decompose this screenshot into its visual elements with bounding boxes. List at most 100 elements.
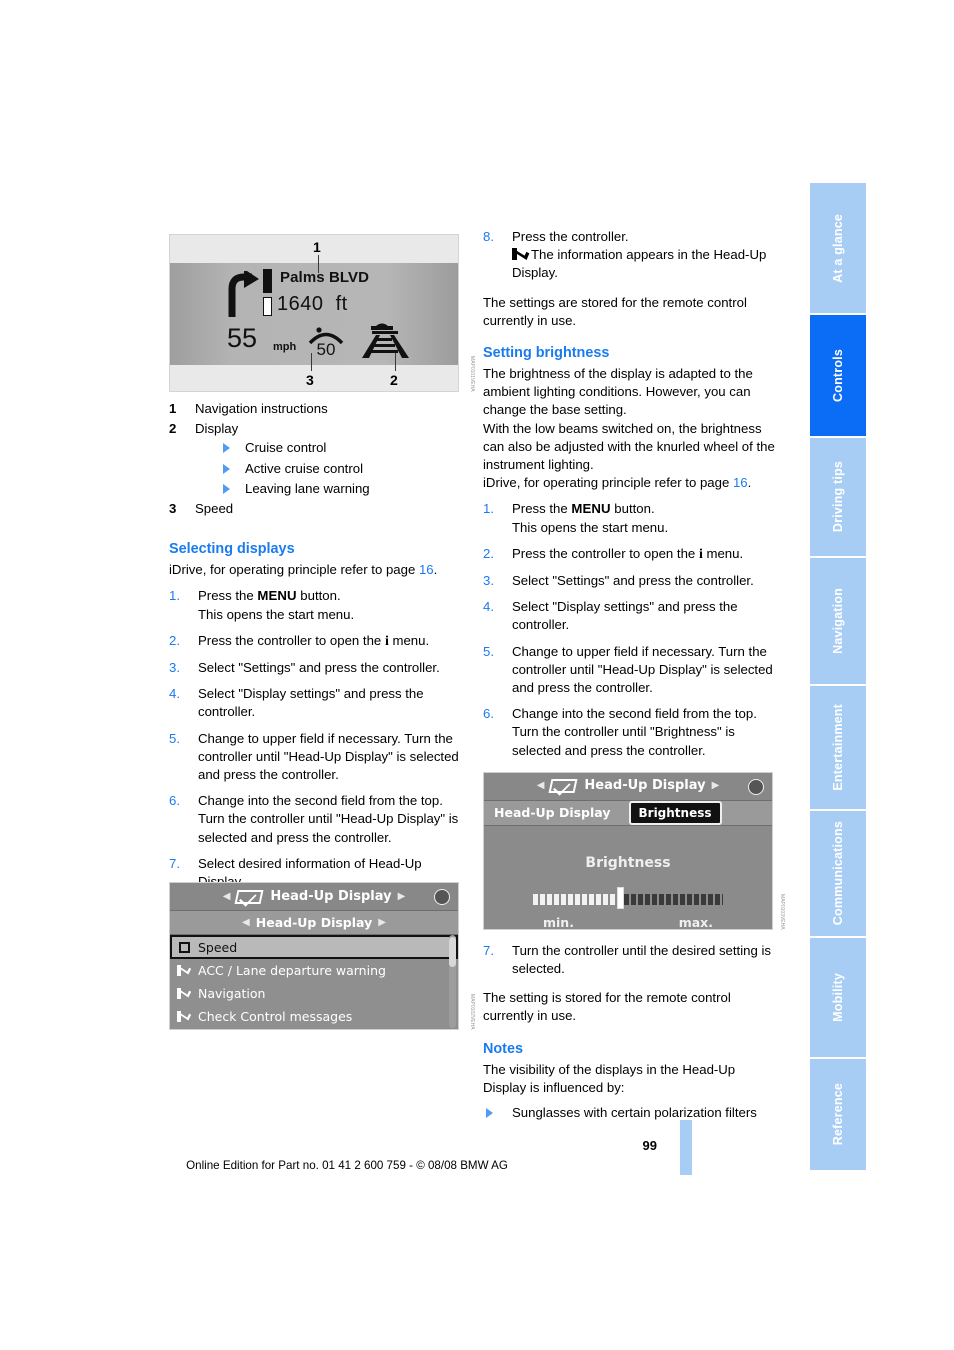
left-column: 1 Navigation instructions 2 Display Crui… (169, 400, 461, 891)
step-number: 1. (169, 588, 180, 604)
checkbox-unchecked-icon (179, 941, 190, 953)
tab-navigation[interactable]: Navigation (810, 557, 866, 684)
triangle-bullet-icon (223, 443, 230, 454)
left-arrow-icon[interactable]: ◀ (223, 891, 231, 902)
right-arrow-icon[interactable]: ▶ (398, 891, 406, 902)
brightness-titlebar: ◀ Head-Up Display ▶ (484, 772, 772, 801)
step-item: 6. Change into the second field from the… (483, 705, 775, 760)
distance-number: 1640 (277, 293, 324, 315)
manual-page: At a glance Controls Driving tips Naviga… (0, 0, 954, 1350)
step-item: 4. Select "Display settings" and press t… (483, 598, 775, 634)
page-link[interactable]: 16 (733, 475, 748, 490)
heading-setting-brightness: Setting brightness (483, 345, 610, 362)
left-arrow-icon[interactable]: ◀ (537, 777, 545, 795)
callout-3: 3 (306, 372, 314, 388)
speed-unit: mph (273, 341, 297, 353)
display-sub-item: Leaving lane warning (220, 480, 461, 498)
confirmation-check-icon (512, 248, 528, 261)
notes-bullet-item: Sunglasses with certain polarization fil… (483, 1104, 775, 1122)
idrive-row-check-control[interactable]: Check Control messages (170, 1005, 458, 1028)
step-text: Turn the controller until the desired se… (512, 942, 771, 977)
brightness-tabbar: Head-Up Display Brightness (484, 800, 772, 826)
street-name: Palms BLVD (280, 269, 370, 286)
tab-entertainment[interactable]: Entertainment (810, 685, 866, 809)
scrollbar[interactable] (449, 935, 456, 1028)
heading-selecting-displays: Selecting displays (169, 541, 295, 558)
tab-driving-tips[interactable]: Driving tips (810, 437, 866, 556)
idrive-option-rows: Speed ACC / Lane departure warning Navig… (170, 935, 458, 1028)
idrive-subtitle-bar: ◀ Head-Up Display ▶ (170, 911, 458, 935)
step-text: Select "Settings" and press the controll… (198, 660, 440, 676)
head-up-display-icon (234, 889, 264, 904)
idrive-screen: ◀ Head-Up Display ▶ ◀ Head-Up Display ▶ … (169, 882, 459, 1030)
idrive-subtitle: Head-Up Display (255, 915, 373, 930)
tab-head-up-display[interactable]: Head-Up Display (494, 804, 611, 822)
legend-label: Speed (195, 501, 234, 517)
idrive-row-label: Check Control messages (198, 1009, 353, 1024)
step-item: 5. Change to upper field if necessary. T… (169, 730, 461, 785)
legend-number: 1 (169, 401, 177, 416)
tab-label: Controls (830, 348, 845, 402)
step-item: 2. Press the controller to open the i me… (483, 545, 775, 564)
triangle-bullet-icon (486, 1108, 493, 1119)
tab-at-a-glance[interactable]: At a glance (810, 183, 866, 313)
tab-label: At a glance (830, 213, 845, 283)
step-text: Press the controller. (512, 229, 629, 244)
speed-value: 55 (227, 323, 258, 353)
step-text-pre: Press the controller to open the (198, 632, 385, 648)
idrive-reference-line: iDrive, for operating principle refer to… (483, 474, 775, 492)
figure-code: MAP0101VEHA (469, 356, 475, 392)
tab-mobility[interactable]: Mobility (810, 937, 866, 1057)
display-sub-label: Cruise control (245, 440, 327, 456)
info-indicator-icon (748, 778, 764, 795)
step-number: 1. (483, 501, 494, 517)
brightness-slider[interactable] (533, 887, 723, 910)
step-number: 4. (169, 686, 180, 702)
callout-1: 1 (313, 239, 321, 255)
right-arrow-icon[interactable]: ▶ (712, 777, 720, 795)
display-sub-list: Cruise control Active cruise control Lea… (220, 439, 461, 498)
callout-2: 2 (390, 372, 398, 388)
tab-brightness-selected[interactable]: Brightness (628, 800, 722, 825)
step-number: 2. (169, 632, 180, 648)
tab-label: Driving tips (830, 461, 845, 533)
idrive-row-acc-lane[interactable]: ACC / Lane departure warning (170, 959, 458, 982)
step-number: 5. (483, 643, 494, 659)
legend-number: 3 (169, 501, 177, 517)
distance-bar-empty (263, 297, 272, 316)
step-number: 4. (483, 599, 494, 615)
legend-label: Display (195, 421, 239, 437)
idrive-reference-line: iDrive, for operating principle refer to… (169, 561, 461, 579)
step-item: 4. Select "Display settings" and press t… (169, 685, 461, 721)
step-item: 1. Press the MENU button. This opens the… (483, 500, 775, 536)
idrive-row-navigation[interactable]: Navigation (170, 982, 458, 1005)
controller-indicator-icon (434, 889, 450, 905)
step-item: 3. Select "Settings" and press the contr… (169, 659, 461, 677)
step-item: 2. Press the controller to open the i me… (169, 632, 461, 651)
brightness-para-1: The brightness of the display is adapted… (483, 366, 753, 418)
step-text: Change into the second field from the to… (512, 706, 757, 758)
figure-code: MAP0103VEHA (779, 894, 785, 930)
idrive-row-speed[interactable]: Speed (170, 935, 458, 959)
idrive-reference-pre: iDrive, for operating principle refer to… (483, 475, 733, 491)
step-text: Change to upper field if necessary. Turn… (198, 730, 459, 783)
setting-brightness-steps: 1. Press the MENU button. This opens the… (483, 500, 775, 759)
figure-idrive-hud-list: ◀ Head-Up Display ▶ ◀ Head-Up Display ▶ … (169, 882, 475, 1030)
tab-controls[interactable]: Controls (810, 314, 866, 436)
step-number: 3. (169, 660, 180, 676)
slider-thumb[interactable] (617, 887, 624, 910)
triangle-bullet-icon (223, 483, 230, 494)
left-arrow-icon[interactable]: ◀ (242, 917, 250, 928)
page-link[interactable]: 16 (419, 562, 434, 577)
notes-bullet-label: Sunglasses with certain polarization fil… (512, 1105, 757, 1121)
triangle-bullet-icon (223, 463, 230, 474)
right-arrow-icon[interactable]: ▶ (378, 917, 386, 928)
step-number: 6. (169, 793, 180, 809)
head-up-display-icon (548, 779, 578, 794)
legend-item-1: 1 Navigation instructions (169, 400, 461, 418)
tab-communications[interactable]: Communications (810, 810, 866, 936)
tab-reference[interactable]: Reference (810, 1058, 866, 1170)
step-second-line: This opens the start menu. (198, 606, 355, 622)
menu-button-key: MENU (571, 501, 611, 517)
figure-code: MAP0102VEHA (469, 994, 475, 1030)
